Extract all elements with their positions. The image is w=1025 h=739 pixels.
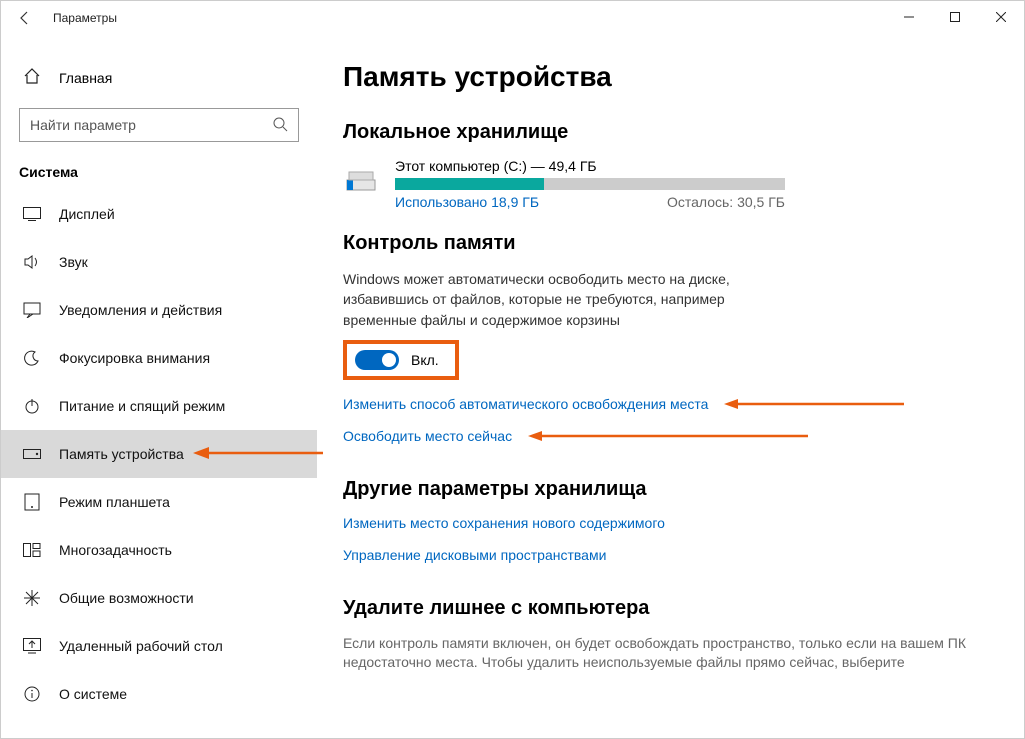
- nav-about[interactable]: О системе: [1, 670, 317, 718]
- search-placeholder: Найти параметр: [30, 117, 136, 133]
- sidebar: Главная Найти параметр Система Дисплей З…: [1, 35, 317, 738]
- minimize-button[interactable]: [886, 1, 932, 33]
- home-icon: [23, 67, 41, 88]
- nav-home[interactable]: Главная: [1, 61, 317, 94]
- remote-icon: [23, 637, 41, 655]
- search-input[interactable]: Найти параметр: [19, 108, 299, 142]
- nav-label: Режим планшета: [59, 494, 170, 510]
- moon-icon: [23, 349, 41, 367]
- nav-label: Дисплей: [59, 206, 115, 222]
- annotation-arrow-icon: [724, 398, 904, 410]
- search-icon: [272, 116, 288, 135]
- nav-label: О системе: [59, 686, 127, 702]
- main-content: Память устройства Локальное хранилище Эт…: [317, 35, 1024, 738]
- toggle-state-label: Вкл.: [411, 352, 439, 368]
- tablet-icon: [23, 493, 41, 511]
- storage-icon: [23, 445, 41, 463]
- drive-row[interactable]: Этот компьютер (C:) — 49,4 ГБ Использова…: [343, 158, 994, 210]
- nav-sound[interactable]: Звук: [1, 238, 317, 286]
- nav-label: Звук: [59, 254, 88, 270]
- annotation-arrow-icon: [528, 430, 808, 442]
- link-free-now[interactable]: Освободить место сейчас: [343, 428, 512, 444]
- drive-icon: [343, 158, 379, 194]
- nav-tablet[interactable]: Режим планшета: [1, 478, 317, 526]
- storage-sense-toggle[interactable]: [355, 350, 399, 370]
- sidebar-group-system: Система: [1, 142, 317, 190]
- shared-icon: [23, 589, 41, 607]
- nav-shared[interactable]: Общие возможности: [1, 574, 317, 622]
- link-manage-spaces[interactable]: Управление дисковыми пространствами: [343, 547, 606, 563]
- nav-power[interactable]: Питание и спящий режим: [1, 382, 317, 430]
- local-storage-heading: Локальное хранилище: [343, 121, 994, 144]
- storage-sense-heading: Контроль памяти: [343, 232, 994, 255]
- remaining-label: Осталось: 30,5 ГБ: [667, 194, 785, 210]
- close-button[interactable]: [978, 1, 1024, 33]
- power-icon: [23, 397, 41, 415]
- nav-label: Память устройства: [59, 446, 184, 462]
- sound-icon: [23, 253, 41, 271]
- nav-label: Уведомления и действия: [59, 302, 222, 318]
- nav-label: Питание и спящий режим: [59, 398, 225, 414]
- maximize-button[interactable]: [932, 1, 978, 33]
- nav-label: Многозадачность: [59, 542, 172, 558]
- multitask-icon: [23, 541, 41, 559]
- notification-icon: [23, 301, 41, 319]
- nav-label: Фокусировка внимания: [59, 350, 210, 366]
- drive-title: Этот компьютер (C:) — 49,4 ГБ: [395, 158, 795, 174]
- nav-multitask[interactable]: Многозадачность: [1, 526, 317, 574]
- page-title: Память устройства: [343, 61, 994, 93]
- link-change-auto-free[interactable]: Изменить способ автоматического освобожд…: [343, 396, 708, 412]
- back-button[interactable]: [9, 2, 41, 34]
- storage-sense-desc: Windows может автоматически освободить м…: [343, 269, 783, 330]
- nav-focus[interactable]: Фокусировка внимания: [1, 334, 317, 382]
- used-label: Использовано 18,9 ГБ: [395, 194, 539, 210]
- link-save-locations[interactable]: Изменить место сохранения нового содержи…: [343, 515, 665, 531]
- storage-bar: [395, 178, 785, 190]
- cleanup-heading: Удалите лишнее с компьютера: [343, 597, 994, 620]
- window-title: Параметры: [53, 11, 117, 25]
- nav-home-label: Главная: [59, 70, 112, 86]
- nav-display[interactable]: Дисплей: [1, 190, 317, 238]
- other-storage-heading: Другие параметры хранилища: [343, 478, 994, 501]
- cleanup-desc: Если контроль памяти включен, он будет о…: [343, 634, 994, 673]
- nav-notifications[interactable]: Уведомления и действия: [1, 286, 317, 334]
- annotation-toggle-highlight: Вкл.: [343, 340, 459, 380]
- nav-label: Общие возможности: [59, 590, 194, 606]
- annotation-arrow-icon: [193, 446, 323, 465]
- titlebar: Параметры: [1, 1, 1024, 35]
- info-icon: [23, 685, 41, 703]
- display-icon: [23, 205, 41, 223]
- nav-label: Удаленный рабочий стол: [59, 638, 223, 654]
- nav-remote[interactable]: Удаленный рабочий стол: [1, 622, 317, 670]
